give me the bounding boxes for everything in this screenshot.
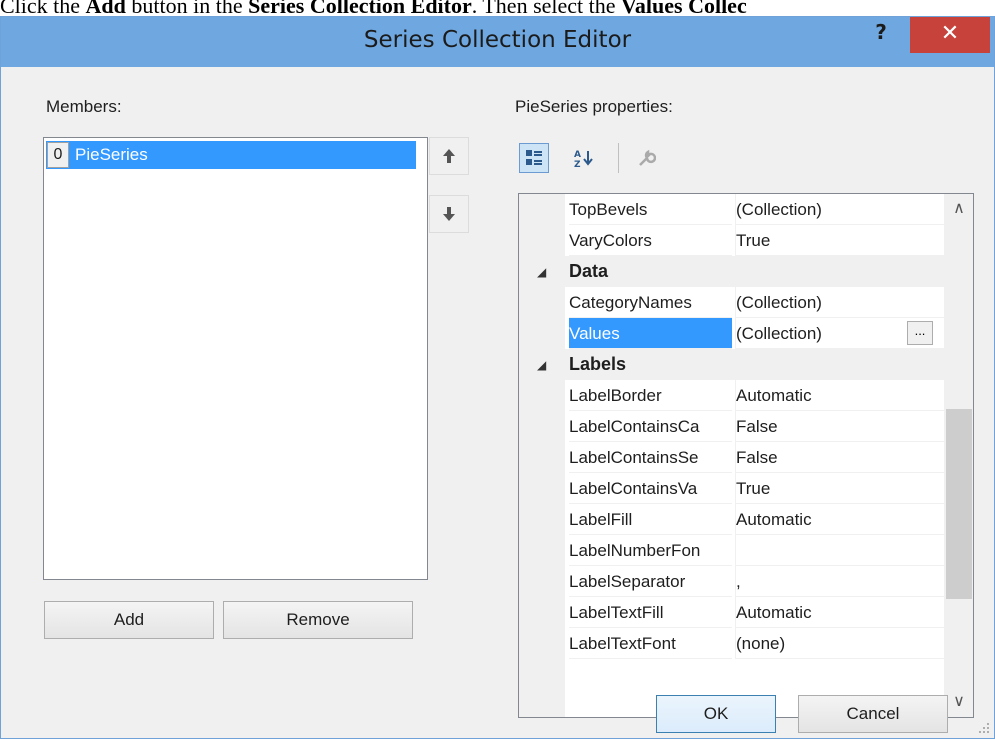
dialog-body: Members: 0 PieSeries Add Remove PieSerie… bbox=[1, 67, 994, 738]
ellipsis-button[interactable]: ... bbox=[907, 321, 933, 345]
property-row[interactable]: LabelNumberFon bbox=[519, 535, 944, 566]
collapse-triangle-icon[interactable]: ◢ bbox=[537, 256, 546, 289]
member-item-pieseries[interactable]: 0 PieSeries bbox=[46, 141, 416, 169]
help-button[interactable]: ? bbox=[861, 17, 901, 47]
property-name: LabelBorder bbox=[569, 380, 732, 411]
close-button[interactable]: ✕ bbox=[910, 17, 990, 53]
property-grid[interactable]: TopBevels (Collection) VaryColors True ◢ Data… bbox=[518, 193, 974, 718]
categorized-icon bbox=[526, 150, 542, 165]
scroll-down-icon[interactable]: ∨ bbox=[944, 687, 973, 717]
svg-text:A: A bbox=[574, 150, 581, 160]
property-value[interactable]: (Collection) bbox=[735, 287, 944, 318]
property-name: LabelTextFont bbox=[569, 628, 732, 659]
toolbar-separator bbox=[618, 143, 619, 173]
cancel-button[interactable]: Cancel bbox=[798, 695, 948, 733]
series-collection-editor-dialog: Series Collection Editor ? ✕ Members: 0 … bbox=[0, 16, 995, 739]
property-row[interactable]: TopBevels (Collection) bbox=[519, 194, 944, 225]
property-name: TopBevels bbox=[569, 194, 732, 225]
svg-text:Z: Z bbox=[574, 160, 581, 168]
property-value[interactable]: True bbox=[735, 473, 944, 504]
scroll-thumb[interactable] bbox=[946, 409, 972, 599]
remove-button[interactable]: Remove bbox=[223, 601, 413, 639]
ok-button[interactable]: OK bbox=[656, 695, 776, 733]
members-label: Members: bbox=[46, 97, 122, 116]
property-row[interactable]: VaryColors True bbox=[519, 225, 944, 256]
property-row[interactable]: LabelContainsSe False bbox=[519, 442, 944, 473]
property-row[interactable]: LabelFill Automatic bbox=[519, 504, 944, 535]
property-value[interactable]: (Collection) bbox=[735, 194, 944, 225]
move-up-button[interactable] bbox=[429, 137, 469, 175]
property-name: Values bbox=[569, 318, 732, 349]
members-list[interactable]: 0 PieSeries bbox=[43, 137, 428, 580]
property-row[interactable]: CategoryNames (Collection) bbox=[519, 287, 944, 318]
property-toolbar: A Z bbox=[514, 137, 714, 177]
property-value[interactable]: Automatic bbox=[735, 380, 944, 411]
property-name: LabelContainsSe bbox=[569, 442, 732, 473]
property-name: LabelFill bbox=[569, 504, 732, 535]
property-value[interactable]: (none) bbox=[735, 628, 944, 659]
property-name: VaryColors bbox=[569, 225, 732, 256]
property-name: CategoryNames bbox=[569, 287, 732, 318]
property-row[interactable]: LabelSeparator, bbox=[519, 566, 944, 597]
property-name: LabelContainsVa bbox=[569, 473, 732, 504]
property-category[interactable]: ◢ Labels bbox=[519, 349, 944, 380]
property-row[interactable]: LabelContainsCa False bbox=[519, 411, 944, 442]
resize-grip-icon[interactable] bbox=[976, 720, 990, 734]
add-button[interactable]: Add bbox=[44, 601, 214, 639]
window-title: Series Collection Editor bbox=[363, 27, 632, 53]
properties-label: PieSeries properties: bbox=[515, 97, 673, 116]
property-name: LabelContainsCa bbox=[569, 411, 732, 442]
property-value[interactable]: False bbox=[735, 411, 944, 442]
property-grid-scrollbar[interactable]: ∧ ∨ bbox=[944, 194, 973, 717]
property-value[interactable]: Automatic bbox=[735, 504, 944, 535]
arrow-down-icon bbox=[443, 207, 455, 221]
alphabetical-button[interactable]: A Z bbox=[569, 143, 599, 173]
move-down-button[interactable] bbox=[429, 195, 469, 233]
property-value[interactable]: Automatic bbox=[735, 597, 944, 628]
property-value[interactable]: True bbox=[735, 225, 944, 256]
category-name: Data bbox=[569, 261, 609, 281]
category-name: Labels bbox=[569, 354, 627, 374]
property-name: LabelNumberFon bbox=[569, 535, 732, 566]
member-index: 0 bbox=[47, 142, 69, 168]
member-label: PieSeries bbox=[75, 145, 148, 164]
property-value[interactable]: , bbox=[735, 566, 944, 597]
arrow-up-icon bbox=[443, 149, 455, 163]
property-row[interactable]: LabelContainsVa True bbox=[519, 473, 944, 504]
sort-az-icon: A Z bbox=[574, 150, 593, 168]
property-row[interactable]: LabelBorder Automatic bbox=[519, 380, 944, 411]
property-name: LabelTextFill bbox=[569, 597, 732, 628]
document-instruction-text: Click the Add button in the Series Colle… bbox=[0, 0, 747, 16]
property-grid-rows: TopBevels (Collection) VaryColors True ◢ Data… bbox=[519, 194, 944, 717]
property-value[interactable] bbox=[735, 535, 944, 566]
categorized-button[interactable] bbox=[519, 143, 549, 173]
property-row[interactable]: LabelTextFill Automatic bbox=[519, 597, 944, 628]
property-pages-button[interactable] bbox=[631, 143, 661, 173]
property-category[interactable]: ◢ Data bbox=[519, 256, 944, 287]
property-value[interactable]: False bbox=[735, 442, 944, 473]
wrench-icon bbox=[639, 149, 656, 166]
property-row[interactable]: Values (Collection)... bbox=[519, 318, 944, 349]
scroll-up-icon[interactable]: ∧ bbox=[944, 194, 973, 224]
collapse-triangle-icon[interactable]: ◢ bbox=[537, 349, 546, 382]
title-bar: Series Collection Editor ? ✕ bbox=[1, 17, 994, 67]
property-name: LabelSeparator bbox=[569, 566, 732, 597]
property-row[interactable]: LabelTextFont (none) bbox=[519, 628, 944, 659]
